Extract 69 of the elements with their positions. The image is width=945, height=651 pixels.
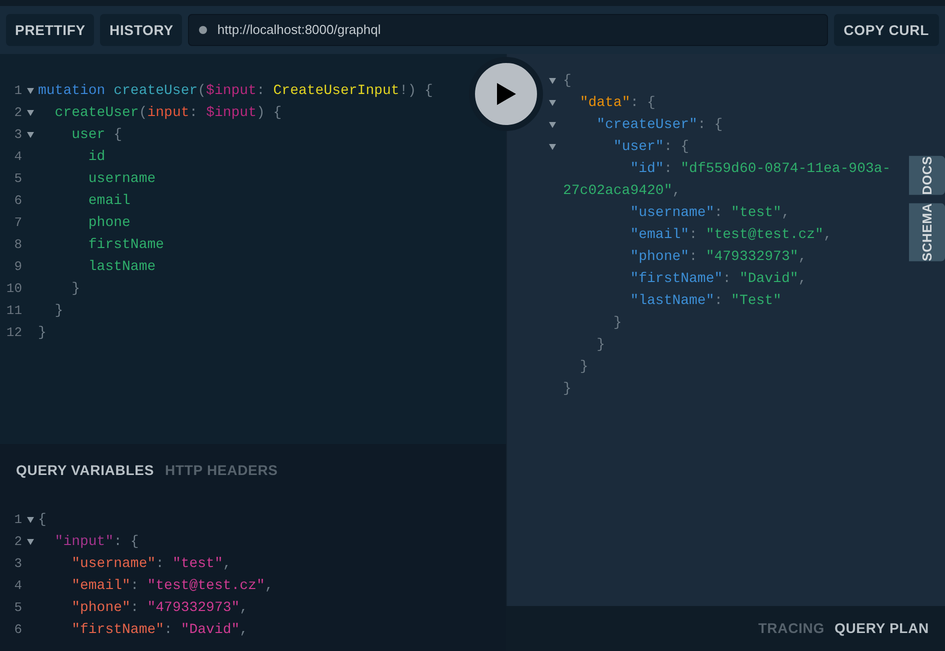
line-number: 3 — [13, 555, 22, 573]
code-line: } — [596, 337, 606, 353]
side-tab[interactable]: SCHEMA — [909, 202, 945, 262]
line-number: 4 — [13, 148, 22, 166]
code-line: username — [87, 170, 156, 189]
code-line: "lastName": "Test" — [629, 293, 782, 309]
code-line: "username": "test", — [629, 205, 790, 221]
code-line: } — [38, 324, 46, 343]
play-icon — [496, 83, 516, 105]
fold-arrow-icon[interactable] — [26, 132, 34, 138]
code-line: } — [563, 381, 572, 397]
line-number: 1 — [13, 511, 22, 529]
code-line: "username": "test", — [70, 555, 232, 574]
line-number: 1 — [13, 82, 22, 100]
side-tab[interactable]: DOCS — [909, 156, 945, 195]
panel-tab[interactable]: QUERY VARIABLES — [16, 460, 154, 481]
code-line: lastName — [87, 258, 156, 277]
code-line: "phone": "479332973", — [70, 599, 248, 618]
code-line: } — [612, 315, 622, 331]
toolbar-button[interactable]: PRETTIFY — [6, 14, 94, 46]
line-number: 7 — [13, 214, 22, 232]
code-line: email — [87, 192, 130, 211]
code-line: } — [54, 302, 64, 321]
copy-curl-button[interactable]: COPY CURL — [834, 14, 939, 46]
line-number: 11 — [5, 302, 22, 320]
fold-arrow-icon[interactable] — [549, 122, 556, 128]
footer-tab[interactable]: QUERY PLAN — [834, 618, 929, 639]
code-line: id — [87, 148, 106, 167]
line-number: 5 — [13, 170, 22, 188]
line-number: 6 — [13, 192, 22, 210]
line-number: 10 — [5, 280, 22, 298]
query-editor[interactable]: 1 mutation createUser($input: CreateUserInput!) { 2 createUser(input: $input) { 3 user { 4 id 5 username 6 email 7 phone 8 firstName 9 lastName 10 } 11 } 12 } — [0, 54, 506, 444]
code-line: "id": "df559d60-0874-11ea-903a-27c02aca9420", — [563, 161, 891, 199]
fold-arrow-icon[interactable] — [26, 110, 34, 116]
fold-arrow-icon[interactable] — [549, 144, 556, 150]
fold-arrow-icon[interactable] — [549, 100, 556, 106]
code-line: user { — [70, 126, 122, 145]
url-field[interactable]: http://localhost:8000/graphql — [188, 14, 828, 46]
code-line: "email": "test@test.cz", — [629, 227, 832, 243]
fold-arrow-icon[interactable] — [26, 517, 34, 523]
code-line: "user": { — [612, 139, 690, 155]
code-line: "phone": "479332973", — [629, 249, 807, 265]
line-number: 8 — [13, 236, 22, 254]
code-line: "data": { — [578, 95, 656, 111]
line-number: 6 — [13, 621, 22, 639]
code-line: "email": "test@test.cz", — [70, 577, 274, 596]
line-number: 2 — [13, 533, 22, 551]
fold-arrow-icon[interactable] — [549, 78, 556, 84]
code-line: } — [578, 359, 588, 375]
code-line: mutation createUser($input: CreateUserInput!) { — [38, 82, 433, 101]
code-line: firstName — [87, 236, 164, 255]
code-line: "createUser": { — [596, 117, 723, 133]
code-line: "firstName": "David", — [629, 271, 807, 287]
code-line: "input": { — [54, 533, 139, 552]
code-line: { — [563, 73, 572, 89]
line-number: 3 — [13, 126, 22, 144]
line-number: 2 — [13, 104, 22, 122]
line-number: 9 — [13, 258, 22, 276]
line-number: 5 — [13, 599, 22, 617]
code-line: { — [38, 511, 46, 530]
fold-arrow-icon[interactable] — [26, 539, 34, 545]
code-line: "firstName": "David", — [70, 621, 248, 640]
line-number: 4 — [13, 577, 22, 595]
line-number: 12 — [5, 324, 22, 342]
code-line: } — [70, 280, 80, 299]
code-line: phone — [87, 214, 130, 233]
fold-arrow-icon[interactable] — [26, 88, 34, 94]
code-line: createUser(input: $input) { — [54, 104, 282, 123]
toolbar-button[interactable]: HISTORY — [100, 14, 182, 46]
